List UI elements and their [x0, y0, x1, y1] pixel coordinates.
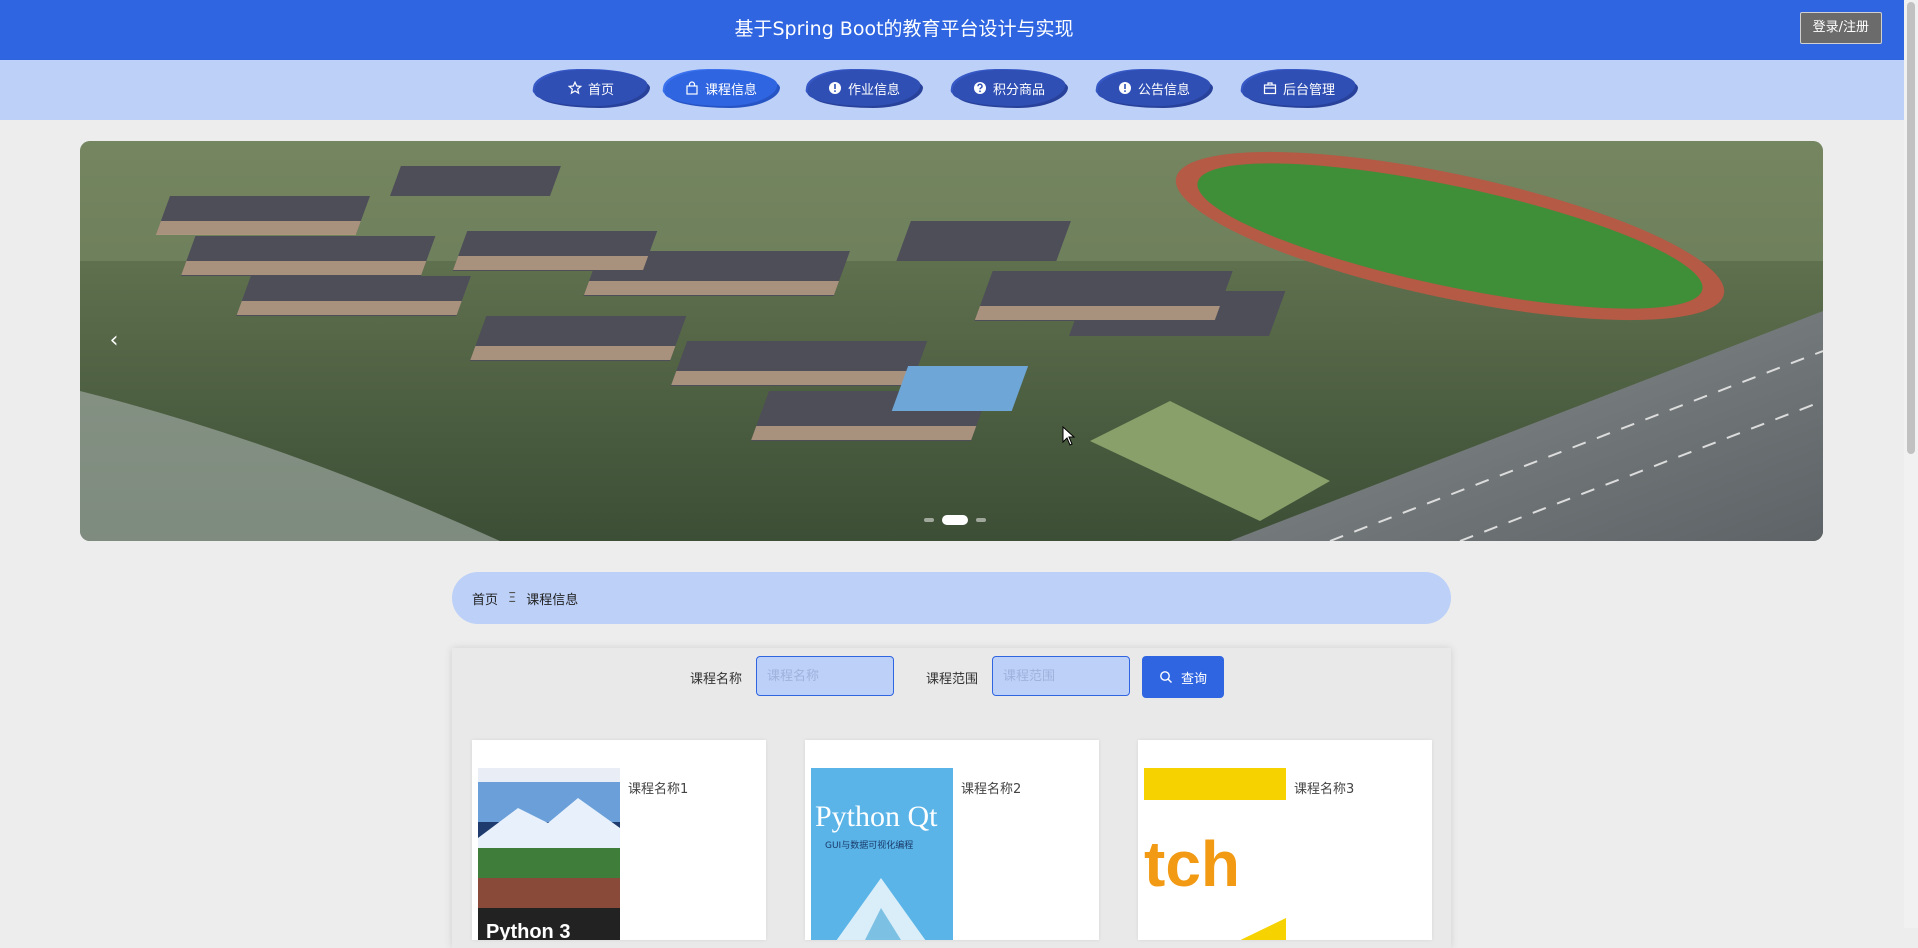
page-scrollbar[interactable]	[1904, 0, 1918, 928]
site-title: 基于Spring Boot的教育平台设计与实现	[734, 18, 1074, 40]
nav-label-home: 首页	[587, 82, 614, 98]
course-cover-image: tch	[1144, 768, 1286, 940]
info-icon	[1118, 81, 1132, 95]
carousel-prev-arrow[interactable]: ‹	[102, 326, 126, 356]
star-icon	[567, 81, 582, 95]
search-button-label: 查询	[1180, 670, 1207, 686]
course-name: 课程名称2	[961, 782, 1022, 797]
breadcrumb: 首页 Ξ 课程信息	[452, 572, 1451, 624]
carousel-dot[interactable]	[976, 518, 986, 522]
course-range-input[interactable]	[992, 656, 1130, 696]
login-register-button[interactable]: 登录/注册	[1799, 12, 1882, 44]
nav-label-points-goods: 积分商品	[992, 82, 1045, 98]
course-card[interactable]: tch 课程名称3	[1138, 740, 1432, 940]
course-name: 课程名称1	[628, 782, 689, 797]
nav-label-announcements: 公告信息	[1137, 82, 1190, 98]
bag-icon	[685, 81, 699, 95]
course-cover-image: Python 3	[478, 768, 620, 940]
nav-label-courses: 课程信息	[704, 82, 757, 98]
nav-label-admin: 后台管理	[1282, 82, 1335, 98]
breadcrumb-home[interactable]: 首页	[472, 589, 498, 608]
nav-item-home[interactable]: 首页	[532, 70, 650, 106]
search-form: 课程名称 课程范围 查询	[452, 656, 1451, 700]
course-cover-image: Python Qt GUI与数据可视化编程	[811, 768, 953, 940]
course-list-panel: 课程名称 课程范围 查询 Python 3	[452, 648, 1451, 948]
nav-item-homework[interactable]: 作业信息	[805, 70, 923, 106]
nav-item-admin[interactable]: 后台管理	[1240, 70, 1358, 106]
mouse-cursor-icon	[1062, 426, 1076, 446]
top-header: 基于Spring Boot的教育平台设计与实现 登录/注册	[0, 0, 1904, 60]
breadcrumb-current: 课程信息	[526, 592, 579, 608]
course-name: 课程名称3	[1294, 782, 1355, 797]
campus-banner-image	[80, 141, 1823, 541]
course-card[interactable]: Python 3 课程名称1	[472, 740, 766, 940]
nav-item-points-goods[interactable]: 积分商品	[950, 70, 1068, 106]
course-name-input[interactable]	[756, 656, 894, 696]
question-icon	[973, 81, 987, 95]
nav-item-announcements[interactable]: 公告信息	[1095, 70, 1213, 106]
course-card[interactable]: Python Qt GUI与数据可视化编程 课程名称2	[805, 740, 1099, 940]
course-name-label: 课程名称	[690, 672, 743, 687]
box-icon	[1263, 81, 1277, 95]
search-icon	[1159, 670, 1173, 684]
course-range-label: 课程范围	[926, 672, 979, 687]
scrollbar-thumb[interactable]	[1907, 2, 1915, 454]
cover-title-text: tch	[1144, 828, 1240, 900]
carousel-dot[interactable]	[924, 518, 934, 522]
nav-item-courses[interactable]: 课程信息	[662, 70, 780, 106]
carousel-dot-active[interactable]	[942, 515, 968, 525]
main-nav: 首页 课程信息 作业信息 积分商品 公告信息 后台管理	[0, 60, 1904, 120]
nav-label-homework: 作业信息	[847, 82, 900, 98]
cover-title-text: Python Qt	[815, 800, 938, 833]
cover-title-text: Python 3	[486, 921, 570, 940]
breadcrumb-separator: Ξ	[508, 590, 517, 606]
carousel-indicators	[924, 515, 986, 525]
cover-subtitle-text: GUI与数据可视化编程	[825, 839, 913, 851]
search-button[interactable]: 查询	[1142, 656, 1224, 698]
info-icon	[828, 81, 842, 95]
